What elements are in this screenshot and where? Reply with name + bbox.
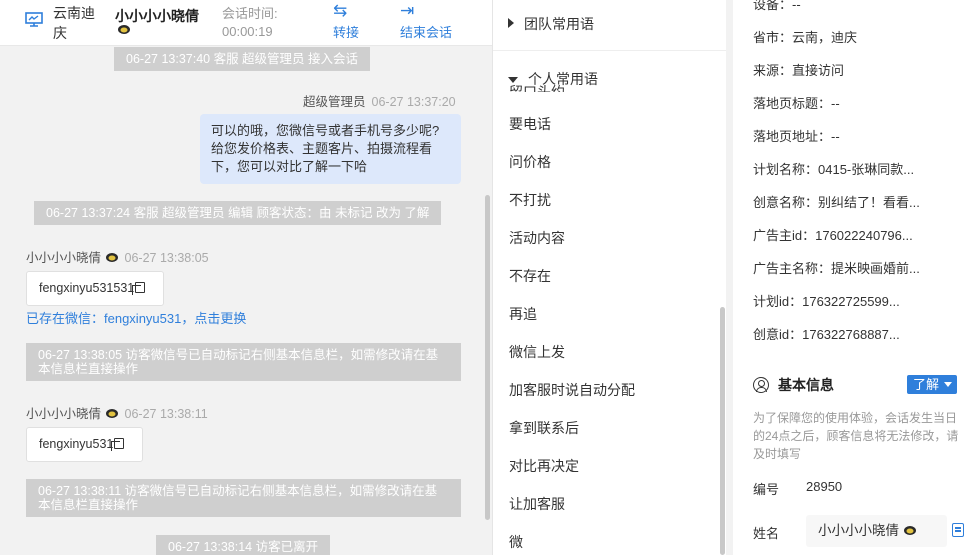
edit-notice: 为了保障您的使用体验，会话发生当日的24点之后，顾客信息将无法修改，请及时填写 [753, 411, 959, 461]
phrase-item[interactable]: 不打扰 [509, 190, 551, 210]
visitor-message-text: fengxinyu531531 [39, 281, 135, 295]
basic-info-heading: 基本信息 [753, 375, 834, 395]
phrase-item[interactable]: 要电话 [509, 114, 551, 134]
status-dropdown[interactable]: 了解 [907, 375, 957, 394]
chevron-down-icon [944, 382, 952, 387]
phrases-scrollbar[interactable] [720, 307, 725, 555]
exit-icon: ⇥ [400, 1, 415, 20]
device-info: 设备：-- [753, 0, 801, 12]
name-label: 姓名 [753, 526, 780, 541]
phrase-item[interactable]: 加客服时说自动分配 [509, 380, 635, 400]
visitor-timestamp: 06-27 13:38:05 [124, 251, 209, 265]
basic-info-title: 基本信息 [778, 377, 834, 393]
landing-url-info: 落地页地址：-- [753, 129, 840, 144]
monitor-icon [25, 12, 43, 27]
province-info: 省市：云南，迪庆 [753, 30, 858, 45]
panel-divider [726, 0, 733, 555]
plan-id-info: 计划id：176322725599... [753, 294, 900, 309]
copy-icon[interactable] [952, 523, 964, 537]
wechat-change-link[interactable]: 已存在微信：fengxinyu531，点击更换 [26, 308, 246, 327]
phrase-item[interactable]: 对比再决定 [509, 456, 579, 476]
system-message: 06-27 13:37:40 客服 超级管理员 接入会话 [114, 47, 371, 71]
visitor-name: 小小小小晓倩 [26, 251, 102, 265]
end-session-button[interactable]: ⇥ 结束会话 [400, 2, 452, 41]
visitor-sender: 小小小小晓倩 06-27 13:38:11 [26, 403, 208, 422]
end-session-label: 结束会话 [400, 25, 453, 40]
fish-emoji-icon [105, 409, 118, 418]
phrase-item[interactable]: 让加客服 [509, 494, 565, 514]
chat-header: 云南迪庆 小小小小晓倩 会话时间: 00:00:19 ⇆ 转接 ⇥ 结束会话 [0, 0, 492, 46]
session-time-value: 00:00:19 [222, 24, 273, 39]
phrase-item[interactable]: 微信上发 [509, 342, 565, 362]
phrase-item[interactable]: 微 [509, 532, 523, 552]
name-field-value: 小小小小晓倩 [818, 523, 899, 538]
visitor-message-text: fengxinyu531 [39, 437, 114, 451]
fish-emoji-icon [105, 253, 118, 262]
name-field[interactable]: 小小小小晓倩 [806, 515, 947, 547]
source-info: 来源：直接访问 [753, 63, 845, 78]
chat-panel: 云南迪庆 小小小小晓倩 会话时间: 00:00:19 ⇆ 转接 ⇥ 结束会话 0… [0, 0, 493, 555]
quick-phrases-panel: 团队常用语 个人常用语 留口头约 要电话 问价格 不打扰 活动内容 不存在 再追… [493, 0, 733, 555]
landing-title-info: 落地页标题：-- [753, 96, 840, 111]
agent-name: 超级管理员 [303, 95, 366, 109]
agent-sender: 超级管理员 06-27 13:37:20 [303, 91, 456, 110]
chat-scrollbar[interactable] [485, 195, 490, 520]
divider [493, 50, 726, 51]
plan-name-info: 计划名称：0415-张琳同款... [753, 162, 915, 177]
transfer-icon: ⇆ [333, 1, 348, 20]
visitor-message-card[interactable]: fengxinyu531 [26, 427, 143, 462]
team-phrases-group[interactable]: 团队常用语 [508, 14, 594, 34]
advertiser-name-info: 广告主名称：提米映画婚前... [753, 261, 920, 276]
transfer-button[interactable]: ⇆ 转接 [333, 2, 359, 41]
team-phrases-label: 团队常用语 [524, 16, 594, 32]
system-message: 06-27 13:38:05 访客微信号已自动标记右侧基本信息栏，如需修改请在基… [26, 343, 461, 381]
status-dropdown-value: 了解 [913, 377, 940, 392]
phrase-item[interactable]: 活动内容 [509, 228, 565, 248]
phrase-item[interactable]: 不存在 [509, 266, 551, 286]
fish-emoji-icon [903, 526, 916, 535]
visitor-name: 小小小小晓倩 [26, 407, 102, 421]
agent-timestamp: 06-27 13:37:20 [371, 95, 456, 109]
phrase-item[interactable]: 再追 [509, 304, 537, 324]
creative-id-info: 创意id：176322768887... [753, 327, 900, 342]
agent-message-bubble: 可以的哦，您微信号或者手机号多少呢?给您发价格表、主题客片、拍摄流程看下，您可以… [200, 114, 461, 184]
fish-emoji-icon [118, 25, 130, 34]
visitor-message-card[interactable]: fengxinyu531531 [26, 271, 164, 306]
session-time-label: 会话时间: [222, 6, 278, 21]
system-message: 06-27 13:37:24 客服 超级管理员 编辑 顾客状态：由 未标记 改为… [34, 201, 442, 225]
transfer-label: 转接 [333, 25, 360, 40]
visitor-sender: 小小小小晓倩 06-27 13:38:05 [26, 247, 209, 266]
copy-icon[interactable] [132, 282, 146, 295]
visitor-timestamp: 06-27 13:38:11 [124, 407, 208, 421]
customer-info-panel: 设备：-- 省市：云南，迪庆 来源：直接访问 落地页标题：-- 落地页地址：--… [733, 0, 967, 555]
visitor-location: 云南迪庆 [53, 5, 95, 41]
caret-right-icon [508, 18, 514, 28]
user-circle-icon [753, 377, 769, 393]
phrase-item[interactable]: 问价格 [509, 152, 551, 172]
advertiser-id-info: 广告主id：176022240796... [753, 228, 913, 243]
creative-name-info: 创意名称：别纠结了！看看... [753, 195, 920, 210]
system-message: 06-27 13:38:11 访客微信号已自动标记右侧基本信息栏，如需修改请在基… [26, 479, 461, 517]
number-value: 28950 [806, 479, 843, 494]
phrase-item-partial[interactable]: 留口头约 [509, 82, 565, 92]
phrase-item[interactable]: 拿到联系后 [509, 418, 579, 438]
number-label: 编号 [753, 482, 780, 497]
copy-icon[interactable] [111, 438, 125, 451]
system-message: 06-27 13:38:14 访客已离开 [156, 535, 331, 555]
